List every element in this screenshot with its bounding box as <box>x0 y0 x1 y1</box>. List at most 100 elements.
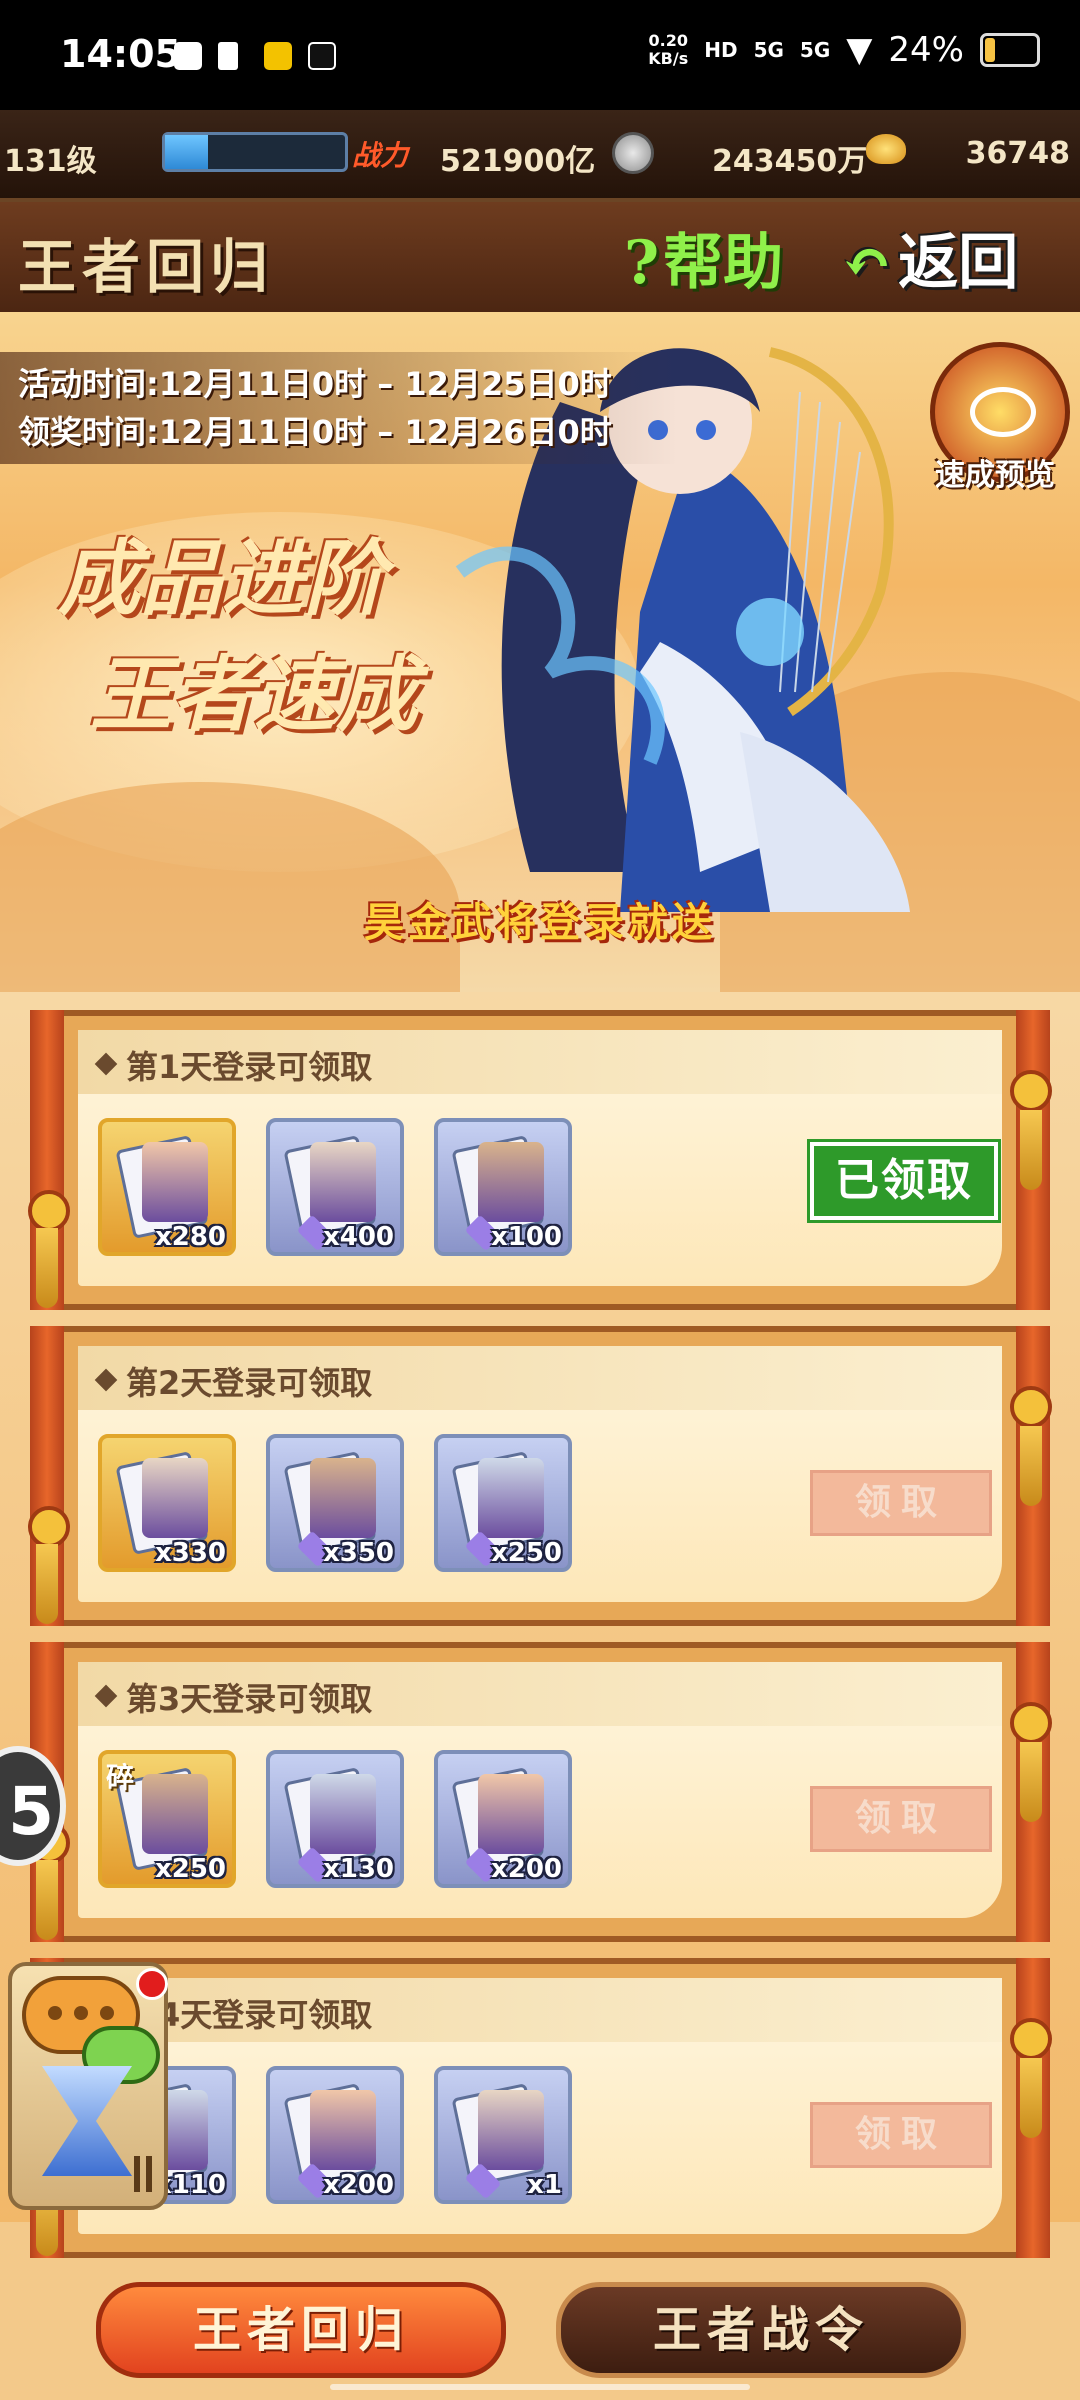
hourglass-icon <box>42 2066 132 2176</box>
reward-item[interactable]: x350 <box>266 1434 404 1572</box>
card-frame: 第1天登录可领取 x280 x400 x100 已领取 <box>64 1010 1016 1310</box>
reward-item[interactable]: x330 <box>98 1434 236 1572</box>
signal-5g-icon-2: 5G <box>799 38 831 62</box>
card-frame: 第4天登录可领取 x110 x200 x1 领取 <box>64 1958 1016 2258</box>
claim-button[interactable]: 领取 <box>810 2102 992 2168</box>
notification-icon <box>174 42 202 70</box>
tassel-left <box>36 1860 58 1940</box>
reward-item[interactable]: 碎 x250 <box>98 1750 236 1888</box>
reward-item[interactable]: x200 <box>266 2066 404 2204</box>
slogan-line2: 王者速成 <box>90 647 418 743</box>
item-count: x400 <box>322 1222 394 1252</box>
power-value: 521900亿 <box>440 144 596 179</box>
item-count: x250 <box>490 1538 562 1568</box>
reward-item[interactable]: x100 <box>434 1118 572 1256</box>
claim-time: 领奖时间:12月11日0时 – 12月26日0时 <box>18 413 612 451</box>
event-banner: 活动时间:12月11日0时 – 12月25日0时 领奖时间:12月11日0时 –… <box>0 312 1080 992</box>
meituan-icon <box>264 42 292 70</box>
sim-icon <box>218 42 238 70</box>
login-send-text: 昊金武将登录就送 <box>364 900 716 946</box>
reward-item[interactable]: x250 <box>434 1434 572 1572</box>
status-bar: 14:05 0.20 KB/s HD 5G 5G ▼ 24% <box>0 0 1080 110</box>
wifi-icon: ▼ <box>846 30 873 70</box>
notification-dot <box>136 1968 168 2000</box>
diamond-icon <box>94 1368 118 1392</box>
reward-card: 第1天登录可领取 x280 x400 x100 已领取 <box>28 1010 1052 1310</box>
hero-portrait <box>478 1458 544 1538</box>
xp-fill <box>165 135 209 169</box>
hero-portrait <box>142 1458 208 1538</box>
claim-button[interactable]: 领取 <box>810 1470 992 1536</box>
battery-percent: 24% <box>888 30 964 70</box>
item-count: x330 <box>154 1538 226 1568</box>
net-speed-value: 0.20 <box>648 31 688 50</box>
tassel-right <box>1020 1426 1042 1506</box>
item-count: x200 <box>490 1854 562 1884</box>
card-body: 第2天登录可领取 x330 x350 x250 领取 <box>78 1346 1002 1602</box>
diamond-icon <box>94 1684 118 1708</box>
claimed-stamp: 已领取 <box>807 1139 1001 1223</box>
event-times: 活动时间:12月11日0时 – 12月25日0时 领奖时间:12月11日0时 –… <box>0 352 678 464</box>
card-header: 第4天登录可领取 <box>78 1978 1002 2042</box>
reward-item[interactable]: x400 <box>266 1118 404 1256</box>
card-frame: 第2天登录可领取 x330 x350 x250 领取 <box>64 1326 1016 1626</box>
floating-chat-widget[interactable] <box>8 1962 168 2210</box>
activity-time: 活动时间:12月11日0时 – 12月25日0时 <box>18 365 612 403</box>
card-header: 第3天登录可领取 <box>78 1662 1002 1726</box>
item-count: x1 <box>527 2170 562 2200</box>
page-title: 王者回归 <box>18 233 275 301</box>
back-label: 返回 <box>898 228 1019 298</box>
item-count: x130 <box>322 1854 394 1884</box>
pause-icon[interactable] <box>134 2156 152 2192</box>
silver-coin-icon[interactable] <box>612 132 654 174</box>
reward-card: 第4天登录可领取 x110 x200 x1 领取 <box>28 1958 1052 2258</box>
item-count: x280 <box>154 1222 226 1252</box>
xp-bar <box>162 132 348 172</box>
net-speed-unit: KB/s <box>648 49 689 68</box>
help-button[interactable]: ?帮助 <box>624 214 783 301</box>
back-button[interactable]: ↶ 返回 <box>842 214 1018 301</box>
day-title: 第1天登录可领取 <box>126 1048 373 1086</box>
hd-icon: HD <box>704 38 738 62</box>
player-level: 131级 <box>4 144 97 179</box>
tassel-right <box>1020 1742 1042 1822</box>
status-time: 14:05 <box>60 32 181 76</box>
day-title: 第2天登录可领取 <box>126 1364 373 1402</box>
tassel-left <box>36 1228 58 1308</box>
hero-portrait <box>478 2090 544 2170</box>
knot-ornament-left <box>28 1506 70 1548</box>
item-count: x100 <box>490 1222 562 1252</box>
card-header: 第1天登录可领取 <box>78 1030 1002 1094</box>
gold-value: 36748 <box>965 136 1070 171</box>
gold-ingot-icon[interactable] <box>866 134 906 164</box>
reward-item[interactable]: x280 <box>98 1118 236 1256</box>
tassel-right <box>1020 1110 1042 1190</box>
hero-portrait <box>310 1142 376 1222</box>
tab-king-return[interactable]: 王者回归 <box>96 2282 506 2378</box>
diamond-icon <box>94 1052 118 1076</box>
hero-portrait <box>310 2090 376 2170</box>
eye-icon <box>970 387 1036 437</box>
item-count: x250 <box>154 1854 226 1884</box>
tiktok-icon <box>308 42 336 70</box>
reward-item[interactable]: x200 <box>434 1750 572 1888</box>
day-title: 第3天登录可领取 <box>126 1680 373 1718</box>
card-frame: 第3天登录可领取碎 x250 x130 x200 领取 <box>64 1642 1016 1942</box>
title-bar: 王者回归 ?帮助 ↶ 返回 <box>0 202 1080 312</box>
tassel-right <box>1020 2058 1042 2138</box>
claim-button[interactable]: 领取 <box>810 1786 992 1852</box>
hero-portrait <box>478 1142 544 1222</box>
resource-bar: 131级 战力 521900亿 243450万 36748 <box>0 110 1080 202</box>
status-right: 0.20 KB/s HD 5G 5G ▼ 24% <box>648 30 1040 70</box>
silver-value: 243450万 <box>712 144 868 179</box>
tab-king-pass[interactable]: 王者战令 <box>556 2282 966 2378</box>
reward-item[interactable]: x130 <box>266 1750 404 1888</box>
reward-item[interactable]: x1 <box>434 2066 572 2204</box>
fragment-tag: 碎 <box>106 1761 135 1794</box>
bottom-tabs: 王者回归 王者战令 <box>0 2270 1080 2400</box>
hero-portrait <box>478 1774 544 1854</box>
preview-button-label[interactable]: 速成预览 <box>920 450 1070 494</box>
item-count: x200 <box>322 2170 394 2200</box>
home-indicator[interactable] <box>330 2384 750 2390</box>
card-body: 第3天登录可领取碎 x250 x130 x200 领取 <box>78 1662 1002 1918</box>
